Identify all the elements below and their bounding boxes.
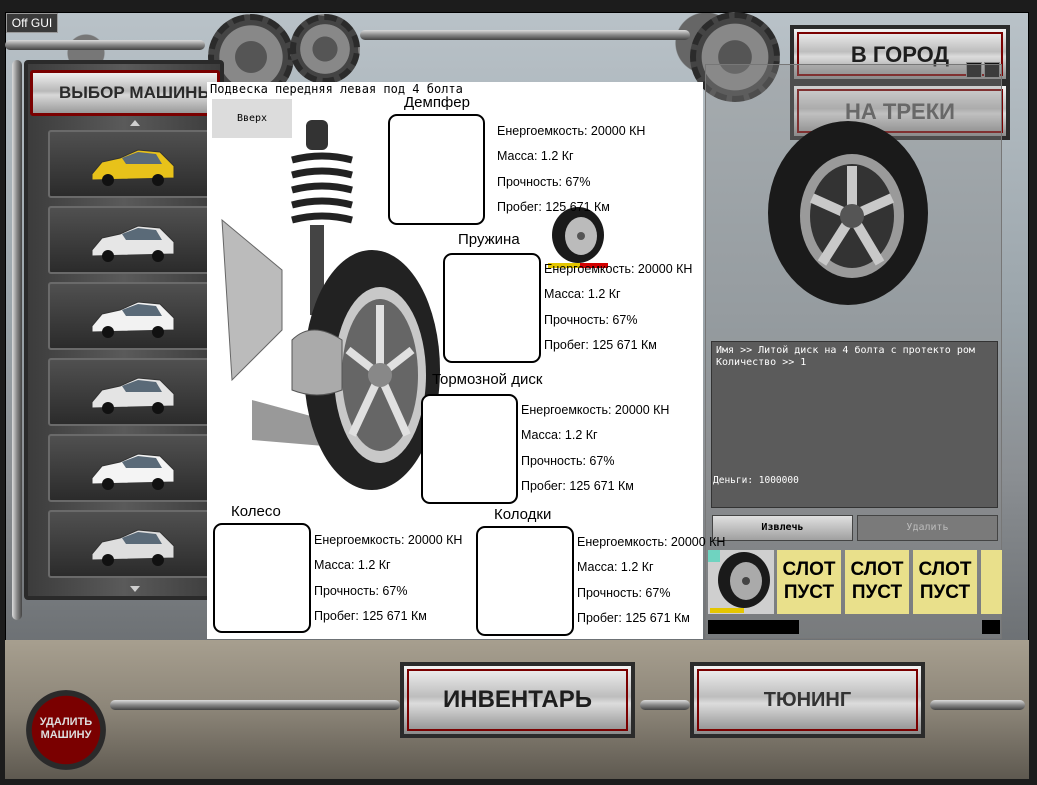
part-name: Демпфер [404,94,470,111]
part-stat-mileage: Пробег: 125 671 Км [314,609,427,623]
delete-car-button[interactable]: УДАЛИТЬ МАШИНУ [26,690,106,770]
part-stat-durability: Прочность: 67% [314,584,408,598]
pipe-decoration [640,700,690,710]
part-stat-durability: Прочность: 67% [497,175,591,189]
inventory-slot-empty[interactable]: СЛОТ ПУСТ [777,550,841,614]
part-name: Колодки [494,506,552,523]
part-name: Колесо [231,503,281,520]
car-list-up-arrow[interactable] [130,120,140,126]
inventory-slot-empty[interactable]: СЛОТ ПУСТ [913,550,977,614]
part-stat-mass: Масса: 1.2 Кг [521,428,598,442]
part-name: Пружина [458,231,520,248]
pipe-decoration [110,700,400,710]
car-icon [91,529,175,566]
car-slot[interactable] [48,434,218,502]
part-slot[interactable] [421,394,518,504]
part-stat-energy: Енергоемкость: 20000 КН [544,262,693,276]
part-slot[interactable] [213,523,311,633]
wheel-icon [708,550,770,613]
slot-label: ПУСТ [851,582,903,603]
slot-label: СЛОТ [850,559,904,580]
part-stat-mass: Масса: 1.2 Кг [314,558,391,572]
slot-label: ПУСТ [919,582,971,603]
slot-label: ПУСТ [783,582,835,603]
part-stat-durability: Прочность: 67% [544,313,638,327]
car-list-down-arrow[interactable] [130,586,140,592]
part-stat-mass: Масса: 1.2 Кг [544,287,621,301]
remove-button[interactable]: Удалить [857,515,998,541]
item-quantity: Количество >> 1 [716,357,807,368]
slot-label: С. [981,558,1002,581]
item-name: Имя >> Литой диск на 4 болта с протекто … [716,345,975,356]
car-slot[interactable] [48,130,218,198]
inventory-slot-empty[interactable]: С.П [981,550,1002,614]
money-readout: Деньги: 1000000 [713,475,799,486]
part-stat-energy: Енергоемкость: 20000 КН [497,124,646,138]
part-stat-mass: Масса: 1.2 Кг [497,149,574,163]
off-gui-button[interactable]: Off GUI [6,13,58,33]
pipe-decoration [5,40,205,50]
pipe-decoration [930,700,1025,710]
part-slot[interactable] [443,253,541,363]
part-stat-energy: Енергоемкость: 20000 КН [314,533,463,547]
car-icon [91,377,175,414]
part-stat-mileage: Пробег: 125 671 Км [497,200,610,214]
car-icon [91,301,175,338]
inventory-button[interactable]: ИНВЕНТАРЬ [400,662,635,738]
pipe-decoration [12,60,22,620]
slot-durability-bar [982,620,1000,634]
car-slot[interactable] [48,206,218,274]
car-list [48,130,218,586]
car-slot[interactable] [48,358,218,426]
gear-decoration [290,14,360,84]
inventory-slot-filled[interactable] [708,550,774,614]
part-name: Тормозной диск [432,371,543,388]
car-icon [91,225,175,262]
car-slot[interactable] [48,510,218,578]
wheel-preview-icon [768,121,928,305]
part-stat-mileage: Пробег: 125 671 Км [521,479,634,493]
car-icon [91,453,175,490]
inventory-slot-row: СЛОТПУСТСЛОТПУСТСЛОТПУСТС.П [708,550,1002,618]
extract-button[interactable]: Извлечь [712,515,853,541]
car-icon [91,149,175,186]
tuning-button[interactable]: ТЮНИНГ [690,662,925,738]
car-slot[interactable] [48,282,218,350]
slot-durability-bar [708,620,799,634]
inventory-slot-empty[interactable]: СЛОТ ПУСТ [845,550,909,614]
part-slot[interactable] [388,114,485,225]
car-select-title: ВЫБОР МАШИНЫ [30,70,220,116]
slot-label: СЛОТ [782,559,836,580]
part-stat-mileage: Пробег: 125 671 Км [577,611,690,625]
part-stat-mileage: Пробег: 125 671 Км [544,338,657,352]
part-stat-energy: Енергоемкость: 20000 КН [521,403,670,417]
part-stat-durability: Прочность: 67% [521,454,615,468]
pipe-decoration [360,30,690,40]
part-stat-energy: Енергоемкость: 20000 КН [577,535,726,549]
slot-label: СЛОТ [918,559,972,580]
part-stat-mass: Масса: 1.2 Кг [577,560,654,574]
slot-label: П [981,581,1002,604]
part-slot[interactable] [476,526,574,636]
part-stat-durability: Прочность: 67% [577,586,671,600]
